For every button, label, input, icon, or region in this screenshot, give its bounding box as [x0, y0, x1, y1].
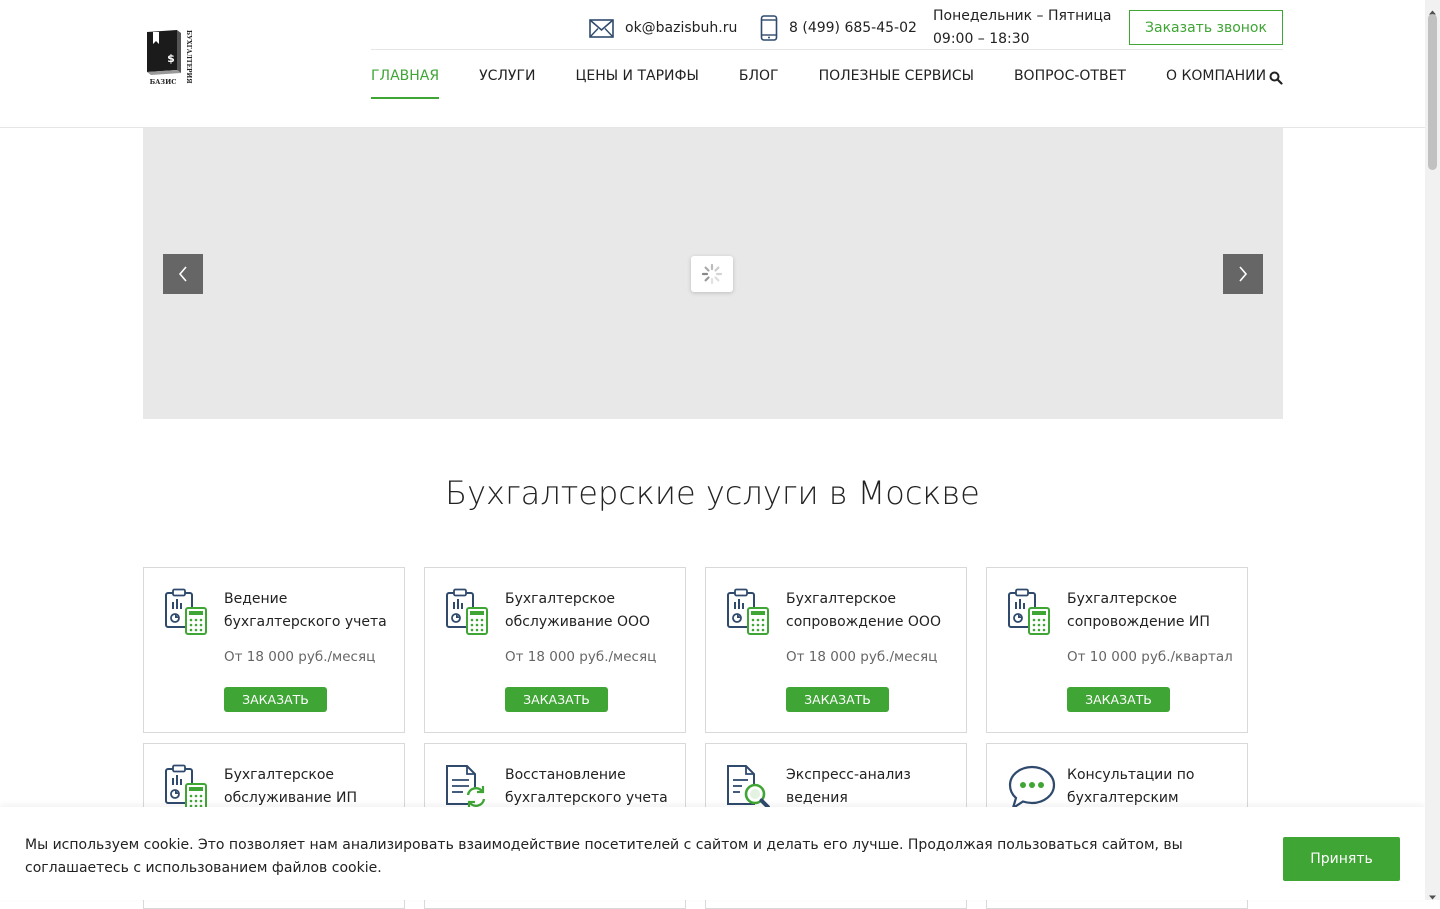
service-title[interactable]: Бухгалтерское сопровождение ИП: [1067, 588, 1237, 634]
document-magnifier-icon: [726, 764, 770, 812]
order-button[interactable]: ЗАКАЗАТЬ: [1067, 687, 1170, 712]
service-price: От 18 000 руб./месяц: [505, 649, 657, 665]
clipboard-calculator-icon: [164, 588, 208, 636]
slider-prev-button[interactable]: [163, 254, 203, 294]
search-icon[interactable]: [1269, 70, 1283, 89]
section-title: Бухгалтерские услуги в Москве: [445, 474, 980, 512]
document-refresh-icon: [445, 764, 489, 812]
chevron-right-icon: [1239, 266, 1248, 282]
request-call-button[interactable]: Заказать звонок: [1129, 10, 1283, 45]
service-title[interactable]: Консультации по бухгалтерским: [1067, 764, 1237, 810]
slider-next-button[interactable]: [1223, 254, 1263, 294]
service-card: Ведение бухгалтерского учета От 18 000 р…: [143, 567, 405, 733]
chevron-left-icon: [178, 266, 187, 282]
nav-item-home[interactable]: ГЛАВНАЯ: [371, 68, 440, 99]
scrollbar-thumb[interactable]: [1428, 14, 1437, 170]
clipboard-calculator-icon: [726, 588, 770, 636]
service-title[interactable]: Бухгалтерское обслуживание ООО: [505, 588, 675, 634]
service-price: От 18 000 руб./месяц: [786, 649, 938, 665]
nav-item-services[interactable]: УСЛУГИ: [479, 68, 535, 97]
header-email[interactable]: ok@bazisbuh.ru: [589, 16, 737, 40]
chat-bubble-icon: [1007, 764, 1056, 812]
page-scrollbar[interactable]: [1425, 0, 1440, 900]
working-time: 09:00 – 18:30: [933, 31, 1030, 47]
working-days: Понедельник – Пятница: [933, 8, 1112, 24]
cookie-message: Мы используем cookie. Это позволяет нам …: [25, 837, 1183, 876]
order-button[interactable]: ЗАКАЗАТЬ: [224, 687, 327, 712]
nav-item-useful-services[interactable]: ПОЛЕЗНЫЕ СЕРВИСЫ: [819, 68, 974, 97]
working-hours: Понедельник – Пятница 09:00 – 18:30: [933, 5, 1111, 51]
clipboard-calculator-icon: [445, 588, 489, 636]
service-title[interactable]: Восстановление бухгалтерского учета: [505, 764, 675, 810]
site-header: $ БУХГАЛТЕРИЯ БАЗИС ok@bazisbuh.ru 8 (49…: [0, 0, 1425, 128]
service-title[interactable]: Экспресс-анализ ведения: [786, 764, 956, 810]
service-price: От 18 000 руб./месяц: [224, 649, 376, 665]
cookie-banner: Мы используем cookie. Это позволяет нам …: [0, 807, 1425, 900]
phone-text[interactable]: 8 (499) 685-45-02: [789, 20, 917, 36]
scroll-up-arrow-icon[interactable]: [1428, 2, 1437, 15]
phone-icon: [760, 15, 778, 41]
service-title[interactable]: Ведение бухгалтерского учета: [224, 588, 394, 634]
service-card: Бухгалтерское обслуживание ООО От 18 000…: [424, 567, 686, 733]
hero-slider: [143, 128, 1283, 419]
main-nav: ГЛАВНАЯ УСЛУГИ ЦЕНЫ И ТАРИФЫ БЛОГ ПОЛЕЗН…: [371, 68, 1306, 99]
order-button[interactable]: ЗАКАЗАТЬ: [786, 687, 889, 712]
service-title[interactable]: Бухгалтерское обслуживание ИП: [224, 764, 394, 810]
email-text[interactable]: ok@bazisbuh.ru: [625, 20, 737, 36]
clipboard-calculator-icon: [164, 764, 208, 812]
nav-item-blog[interactable]: БЛОГ: [739, 68, 779, 97]
order-button[interactable]: ЗАКАЗАТЬ: [505, 687, 608, 712]
svg-text:$: $: [167, 52, 175, 65]
service-card: Бухгалтерское сопровождение ООО От 18 00…: [705, 567, 967, 733]
envelope-icon: [589, 18, 614, 38]
service-title[interactable]: Бухгалтерское сопровождение ООО: [786, 588, 956, 634]
accept-cookies-button[interactable]: Принять: [1283, 837, 1400, 881]
service-price: От 10 000 руб./квартал: [1067, 649, 1233, 665]
nav-item-prices[interactable]: ЦЕНЫ И ТАРИФЫ: [575, 68, 698, 97]
scroll-down-arrow-icon[interactable]: [1428, 887, 1437, 900]
logo-bottom-text: БАЗИС: [150, 78, 177, 86]
nav-item-about[interactable]: О КОМПАНИИ: [1166, 68, 1266, 97]
loading-spinner: [691, 256, 733, 292]
nav-item-faq[interactable]: ВОПРОС-ОТВЕТ: [1014, 68, 1126, 97]
header-divider: [371, 49, 1283, 50]
header-phone[interactable]: 8 (499) 685-45-02: [760, 15, 917, 41]
spinner-icon: [701, 263, 723, 285]
service-card: Бухгалтерское сопровождение ИП От 10 000…: [986, 567, 1248, 733]
site-logo[interactable]: $ БУХГАЛТЕРИЯ БАЗИС: [143, 26, 195, 88]
clipboard-calculator-icon: [1007, 588, 1051, 636]
logo-vertical-text: БУХГАЛТЕРИЯ: [185, 30, 192, 84]
